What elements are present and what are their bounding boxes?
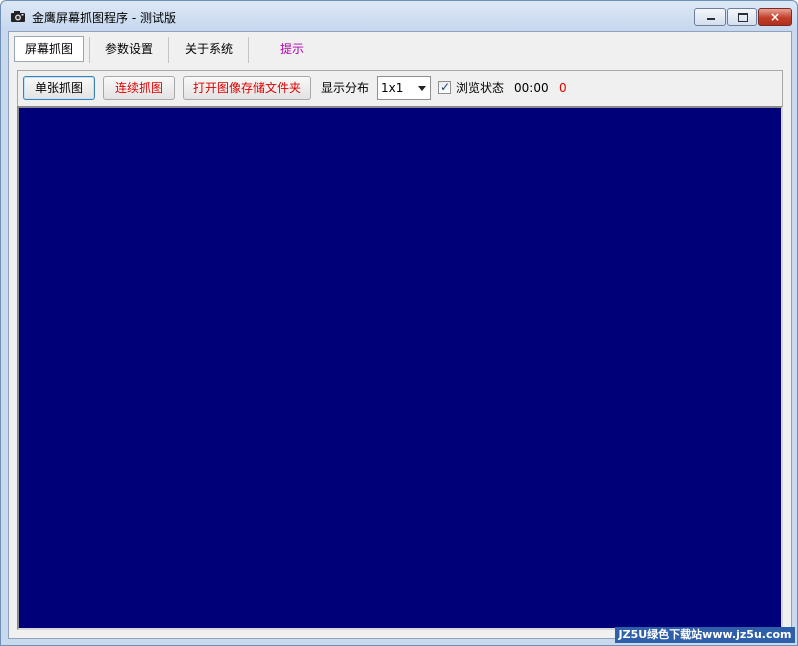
layout-label: 显示分布 bbox=[321, 81, 370, 95]
close-icon: × bbox=[769, 10, 781, 24]
tab-tips[interactable]: 提示 bbox=[264, 35, 320, 63]
maximize-icon bbox=[738, 13, 748, 22]
watermark: JZ5U绿色下载站www.jz5u.com bbox=[615, 627, 795, 643]
window-title: 金鹰屏幕抓图程序 - 测试版 bbox=[32, 11, 176, 25]
minimize-icon bbox=[707, 18, 715, 20]
tab-settings[interactable]: 参数设置 bbox=[94, 35, 164, 63]
title-bar[interactable]: 金鹰屏幕抓图程序 - 测试版 × bbox=[1, 1, 797, 31]
tab-separator bbox=[168, 37, 169, 63]
browse-checkbox[interactable]: ✓ bbox=[438, 80, 451, 94]
browse-label: 浏览状态 bbox=[456, 81, 505, 95]
continuous-capture-button[interactable]: 连续抓图 bbox=[103, 76, 175, 100]
tab-separator bbox=[89, 37, 90, 63]
tab-screen-capture[interactable]: 屏幕抓图 bbox=[14, 36, 84, 62]
client-area: 屏幕抓图 参数设置 关于系统 提示 单张抓图 连续抓图 打开图像存储文件夹 显示… bbox=[8, 31, 792, 639]
layout-select-value: 1x1 bbox=[381, 81, 404, 95]
tab-about[interactable]: 关于系统 bbox=[174, 35, 244, 63]
open-folder-button[interactable]: 打开图像存储文件夹 bbox=[183, 76, 311, 100]
layout-select[interactable]: 1x1 bbox=[377, 76, 431, 100]
minimize-button[interactable] bbox=[694, 8, 726, 26]
camera-icon bbox=[11, 11, 25, 22]
maximize-button[interactable] bbox=[727, 8, 757, 26]
chevron-down-icon bbox=[418, 86, 426, 91]
capture-toolbar: 单张抓图 连续抓图 打开图像存储文件夹 显示分布 1x1 ✓ 浏览状态 00:0… bbox=[17, 70, 783, 106]
capture-preview[interactable] bbox=[17, 106, 783, 630]
close-button[interactable]: × bbox=[758, 8, 792, 26]
tab-separator bbox=[248, 37, 249, 63]
app-window: 金鹰屏幕抓图程序 - 测试版 × 屏幕抓图 参数设置 关于系统 提示 单张抓图 … bbox=[0, 0, 798, 646]
checkmark-icon: ✓ bbox=[440, 80, 451, 94]
single-capture-button[interactable]: 单张抓图 bbox=[23, 76, 95, 100]
capture-count: 0 bbox=[559, 81, 567, 95]
elapsed-time: 00:00 bbox=[514, 81, 549, 95]
